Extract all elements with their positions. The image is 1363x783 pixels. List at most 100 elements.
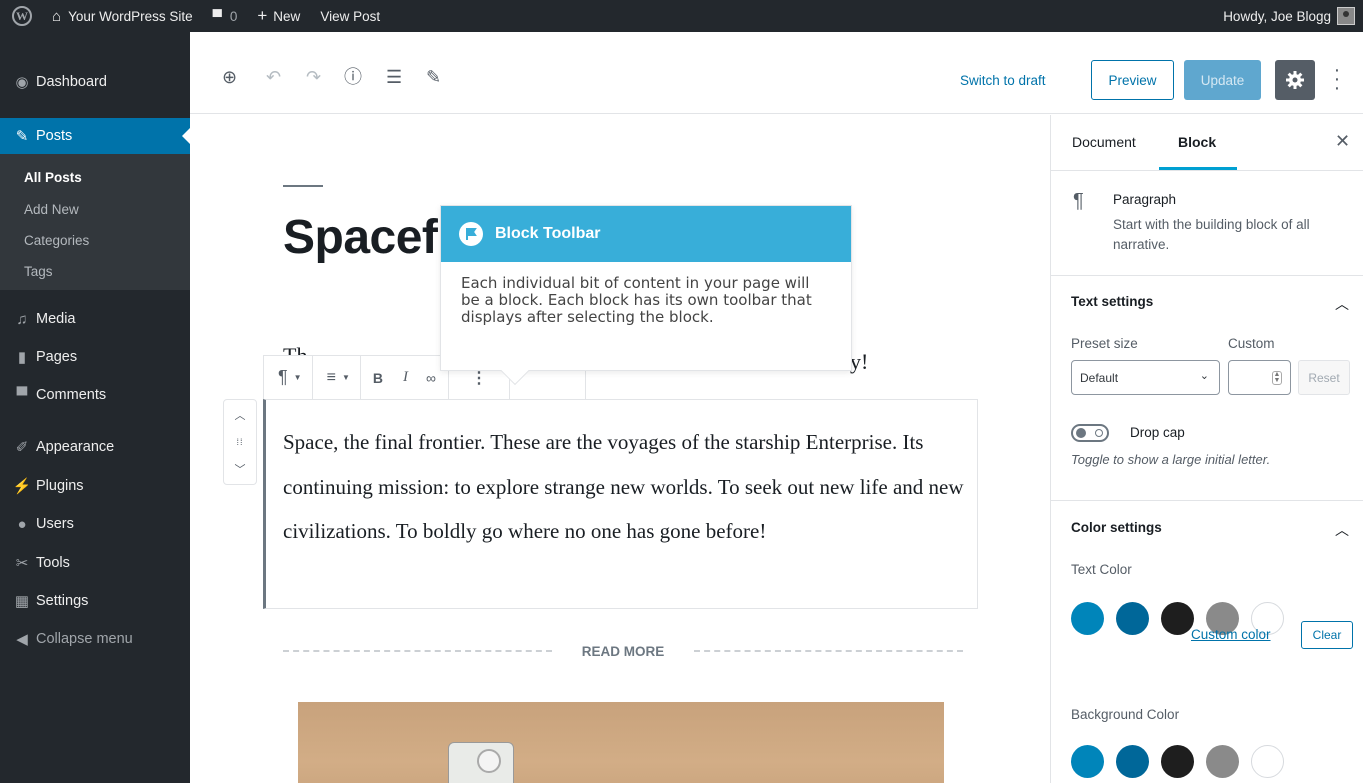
link-icon[interactable]: ∞ — [414, 370, 442, 386]
color-swatch[interactable] — [1206, 745, 1239, 778]
sidebar-item-settings[interactable]: ▦ Settings — [0, 585, 190, 617]
settings-toggle-button[interactable] — [1275, 60, 1315, 100]
brush-icon: ✐ — [15, 439, 29, 456]
sidebar-item-plugins[interactable]: ⚡ Plugins — [0, 470, 190, 502]
update-button[interactable]: Update — [1184, 60, 1261, 100]
tab-document[interactable]: Document — [1072, 134, 1136, 150]
info-icon[interactable]: ⓘ — [344, 68, 362, 86]
color-swatch[interactable] — [1251, 745, 1284, 778]
sidebar-item-tools[interactable]: ✂ Tools — [0, 547, 190, 579]
dashed-line — [283, 650, 552, 652]
sidebar-item-appearance[interactable]: ✐ Appearance — [0, 431, 190, 463]
pin-icon: ✎ — [15, 128, 29, 145]
tab-block[interactable]: Block — [1178, 134, 1216, 150]
plus-icon: + — [257, 6, 268, 25]
plugin-icon: ⚡ — [12, 478, 32, 495]
submenu-tags[interactable]: Tags — [0, 264, 53, 279]
chevron-down-icon: ▼ — [341, 373, 350, 382]
align-dropdown[interactable]: ≡ ▼ — [313, 355, 361, 400]
page-icon: ▮ — [17, 349, 27, 366]
preset-size-label: Preset size — [1071, 336, 1138, 351]
background-color-palette — [1071, 745, 1284, 778]
previous-paragraph-end: y! — [850, 349, 869, 374]
sidebar-item-comments[interactable]: ▀ Comments — [0, 379, 190, 411]
drag-handle-icon[interactable]: ⁞⁞ — [236, 437, 243, 447]
sidebar-item-pages[interactable]: ▮ Pages — [0, 341, 190, 373]
user-account-menu[interactable]: Howdy, Joe Blogg — [1223, 7, 1363, 25]
sidebar-collapse-menu[interactable]: ◀ Collapse menu — [0, 623, 190, 655]
close-icon[interactable]: ✕ — [1335, 131, 1350, 152]
color-swatch[interactable] — [1116, 745, 1149, 778]
background-color-label: Background Color — [1071, 707, 1180, 722]
preset-size-select[interactable]: Default ⌄ — [1071, 360, 1220, 395]
tooltip-body: Each individual bit of content in your p… — [461, 274, 812, 326]
site-name-link[interactable]: ⌂ Your WordPress Site — [42, 0, 203, 32]
custom-color-link[interactable]: Custom color — [1191, 627, 1271, 642]
move-down-icon[interactable]: ﹀ — [235, 461, 246, 477]
edit-mode-icon[interactable]: ✎ — [426, 68, 441, 86]
posts-submenu: All Posts Add New Categories Tags — [0, 154, 190, 290]
view-post-link[interactable]: View Post — [310, 0, 390, 32]
new-content-link[interactable]: + New — [247, 0, 310, 32]
move-up-icon[interactable]: ︿ — [235, 407, 246, 423]
color-swatch[interactable] — [1116, 602, 1149, 635]
sidebar-item-posts[interactable]: ✎ Posts — [0, 118, 190, 154]
submenu-categories[interactable]: Categories — [0, 233, 89, 248]
more-menu-icon[interactable]: · · · — [1333, 60, 1341, 98]
spinner-icon: ▲ ▼ — [1272, 371, 1282, 385]
sidebar-item-dashboard[interactable]: ◉ Dashboard — [0, 66, 190, 98]
preview-button[interactable]: Preview — [1091, 60, 1174, 100]
block-card: ¶ Paragraph Start with the building bloc… — [1051, 172, 1363, 276]
chevron-up-icon[interactable]: ︿ — [1335, 294, 1349, 314]
wordpress-logo-icon[interactable]: W — [0, 0, 42, 32]
reset-button[interactable]: Reset — [1298, 360, 1350, 395]
panel-divider — [1051, 500, 1363, 501]
paragraph-icon: ¶ — [278, 367, 288, 387]
drop-cap-help: Toggle to show a large initial letter. — [1071, 452, 1271, 467]
image-block[interactable] — [298, 702, 944, 783]
tooltip-title: Block Toolbar — [495, 225, 601, 242]
sidebar-item-users[interactable]: ● Users — [0, 508, 190, 540]
block-mover: ︿ ⁞⁞ ﹀ — [223, 399, 257, 485]
drop-cap-toggle[interactable] — [1071, 424, 1109, 442]
title-separator — [283, 185, 323, 187]
submenu-all-posts[interactable]: All Posts — [24, 170, 82, 185]
dashboard-icon: ◉ — [15, 74, 29, 91]
avatar — [1337, 7, 1355, 25]
clear-color-button[interactable]: Clear — [1301, 621, 1353, 649]
post-title[interactable]: Spacef — [283, 210, 438, 265]
sidebar-item-media[interactable]: ♫ Media — [0, 303, 190, 335]
comments-link[interactable]: ▀ 0 — [203, 0, 248, 32]
redo-icon[interactable]: ↷ — [306, 68, 321, 86]
block-switcher[interactable]: ¶ ▼ — [264, 355, 313, 400]
color-swatch[interactable] — [1071, 602, 1104, 635]
custom-size-label: Custom — [1228, 336, 1275, 351]
editor-header: ⊕ ↶ ↷ ⓘ ☰ ✎ Switch to draft Preview Upda… — [190, 32, 1363, 114]
color-swatch[interactable] — [1071, 745, 1104, 778]
active-tab-indicator — [1159, 167, 1237, 170]
media-icon: ♫ — [16, 310, 28, 328]
chevron-up-icon[interactable]: ︿ — [1335, 520, 1349, 540]
text-settings-header[interactable]: Text settings — [1071, 294, 1153, 309]
paragraph-text[interactable]: Space, the final frontier. These are the… — [283, 420, 973, 554]
undo-icon[interactable]: ↶ — [266, 68, 281, 86]
color-swatch[interactable] — [1161, 745, 1194, 778]
color-swatch[interactable] — [1161, 602, 1194, 635]
bold-button[interactable]: B — [367, 370, 389, 386]
block-navigation-icon[interactable]: ☰ — [386, 68, 402, 86]
switch-to-draft-button[interactable]: Switch to draft — [960, 73, 1046, 88]
block-card-description: Start with the building block of all nar… — [1113, 217, 1310, 252]
drop-cap-label: Drop cap — [1130, 425, 1185, 440]
home-icon: ⌂ — [52, 7, 62, 25]
add-block-icon[interactable]: ⊕ — [222, 68, 237, 86]
custom-size-input[interactable]: ▲ ▼ — [1228, 360, 1291, 395]
wrench-icon: ✂ — [15, 555, 29, 572]
color-settings-header[interactable]: Color settings — [1071, 520, 1162, 535]
chevron-down-icon: ▼ — [293, 373, 302, 382]
italic-button[interactable]: I — [389, 369, 414, 386]
read-more-block[interactable]: READ MORE — [283, 640, 964, 662]
submenu-add-new[interactable]: Add New — [0, 202, 79, 217]
read-more-label: READ MORE — [581, 643, 665, 659]
gear-icon — [1286, 71, 1304, 89]
align-left-icon: ≡ — [326, 368, 336, 386]
